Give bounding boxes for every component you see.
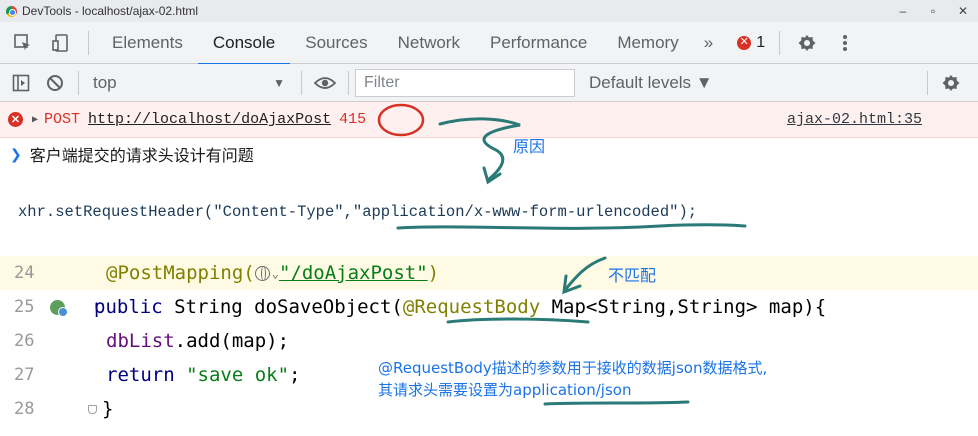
annotation-mismatch: 不匹配 [608,266,657,285]
tab-elements[interactable]: Elements [97,22,198,64]
console-log-message: ❯ 客户端提交的请求头设计有问题 [0,140,978,168]
filter-input[interactable] [355,68,575,97]
error-counter-badge[interactable]: ✕ 1 [737,34,765,52]
add-call: .add(map); [174,330,290,352]
settings-gear-icon[interactable] [788,22,826,64]
tab-performance[interactable]: Performance [475,22,602,64]
semicolon: ; [289,364,301,386]
code-line-26: 26 dbList.add(map); [0,324,978,358]
console-error-message[interactable]: ✕ ▶ POST http://localhost/doAjaxPost 415… [0,102,978,138]
closing-brace: } [102,398,114,420]
request-header-code-snippet: xhr.setRequestHeader("Content-Type","app… [18,203,697,221]
return-type: String [162,296,255,318]
minimize-button[interactable]: – [888,4,918,18]
snippet-open: ( [204,203,214,221]
toolbar-divider [301,70,302,95]
field-dblist: dbList [106,330,175,352]
request-url-link[interactable]: http://localhost/doAjaxPost [88,111,331,128]
line-number: 25 [14,297,35,317]
line-number: 26 [14,331,35,351]
annotation-explain-line2: 其请求头需要设置为application/json [378,381,632,399]
snippet-comma: , [343,203,353,221]
sidebar-toggle-icon[interactable] [4,64,38,102]
toolbar-divider [779,30,781,55]
globe-icon[interactable] [254,266,270,281]
request-body-annotation: @RequestBody [402,296,541,318]
close-button[interactable]: ✕ [948,4,978,18]
code-line-25: 25 public String doSaveObject(@RequestBo… [0,290,978,324]
snippet-close: ); [678,203,698,221]
console-toolbar: top ▼ Default levels ▼ [0,64,978,102]
annotation-explain-line1: @RequestBody描述的参数用于接收的数据json数据格式, [378,359,768,377]
dropdown-arrow-icon: ▼ [273,75,285,90]
context-value: top [93,72,117,92]
code-text: dbList.add(map); [106,330,289,352]
mapping-path[interactable]: "/doAjaxPost" [279,262,428,284]
toolbar-divider [927,70,928,95]
window-title-bar: DevTools - localhost/ajax-02.html – ▫ ✕ [0,0,978,22]
toolbar-divider [348,70,349,95]
chrome-logo-icon [6,5,17,17]
line-number: 28 [14,399,35,419]
keyword-return: return [106,364,175,386]
snippet-arg-value: "application/x-www-form-urlencoded" [352,203,679,221]
tab-sources[interactable]: Sources [290,22,382,64]
snippet-arg-header: "Content-Type" [213,203,344,221]
annotation-reason: 原因 [513,137,546,156]
expand-triangle-icon[interactable]: ▶ [32,114,38,126]
fold-marker-icon[interactable] [88,404,97,414]
java-code-editor: 24 @PostMapping( ⌄"/doAjaxPost") 25 publi… [0,254,978,436]
annotation-close: ) [427,262,440,284]
post-mapping-annotation: @PostMapping( [106,262,255,284]
chevron-right-icon: ❯ [10,145,22,162]
kebab-menu-icon[interactable] [826,22,864,64]
log-text: 客户端提交的请求头设计有问题 [29,148,254,165]
devtools-tab-bar: Elements Console Sources Network Perform… [0,22,978,65]
error-icon: ✕ [8,112,23,127]
tab-console[interactable]: Console [197,22,291,65]
tab-memory[interactable]: Memory [602,22,693,64]
chevron-down-icon[interactable]: ⌄ [272,267,279,281]
gutter [46,404,106,414]
http-status-code: 415 [339,111,367,128]
spring-bean-icon[interactable] [50,299,68,317]
snippet-prefix: xhr. [18,203,56,221]
method-name: doSaveObject( [254,296,403,318]
restore-button[interactable]: ▫ [918,4,948,18]
source-location-link[interactable]: ajax-02.html:35 [787,111,922,128]
toolbar-divider [78,70,79,95]
more-tabs-button[interactable]: » [694,33,723,53]
line-number: 24 [14,263,35,283]
inspect-icon[interactable] [4,22,42,64]
error-count: 1 [756,33,766,51]
tab-network[interactable]: Network [383,22,475,64]
snippet-method: setRequestHeader [55,203,205,221]
code-text: return "save ok"; [106,364,301,386]
underline-urlencoded [396,223,747,230]
window-controls: – ▫ ✕ [888,4,978,18]
keyword-public: public [94,296,163,318]
code-line-24: 24 @PostMapping( ⌄"/doAjaxPost") [0,256,978,290]
code-text: @PostMapping( ⌄"/doAjaxPost") [106,262,439,284]
context-selector[interactable]: top ▼ [85,64,295,102]
toolbar-divider [88,30,89,55]
window-title: DevTools - localhost/ajax-02.html [22,4,199,18]
live-expression-eye-icon[interactable] [308,64,342,102]
log-levels-dropdown[interactable]: Default levels ▼ [589,73,713,93]
arrow-head-reason [482,166,502,185]
clear-console-icon[interactable] [38,64,72,102]
line-number: 27 [14,365,35,385]
code-text: } [102,398,113,420]
http-method: POST [44,111,81,128]
device-toggle-icon[interactable] [42,22,80,64]
return-string: "save ok" [186,364,290,386]
error-icon: ✕ [737,35,752,50]
console-settings-gear-icon[interactable] [934,64,968,102]
method-params: Map<String,String> map){ [540,296,827,318]
code-text: public String doSaveObject(@RequestBody … [94,296,826,318]
